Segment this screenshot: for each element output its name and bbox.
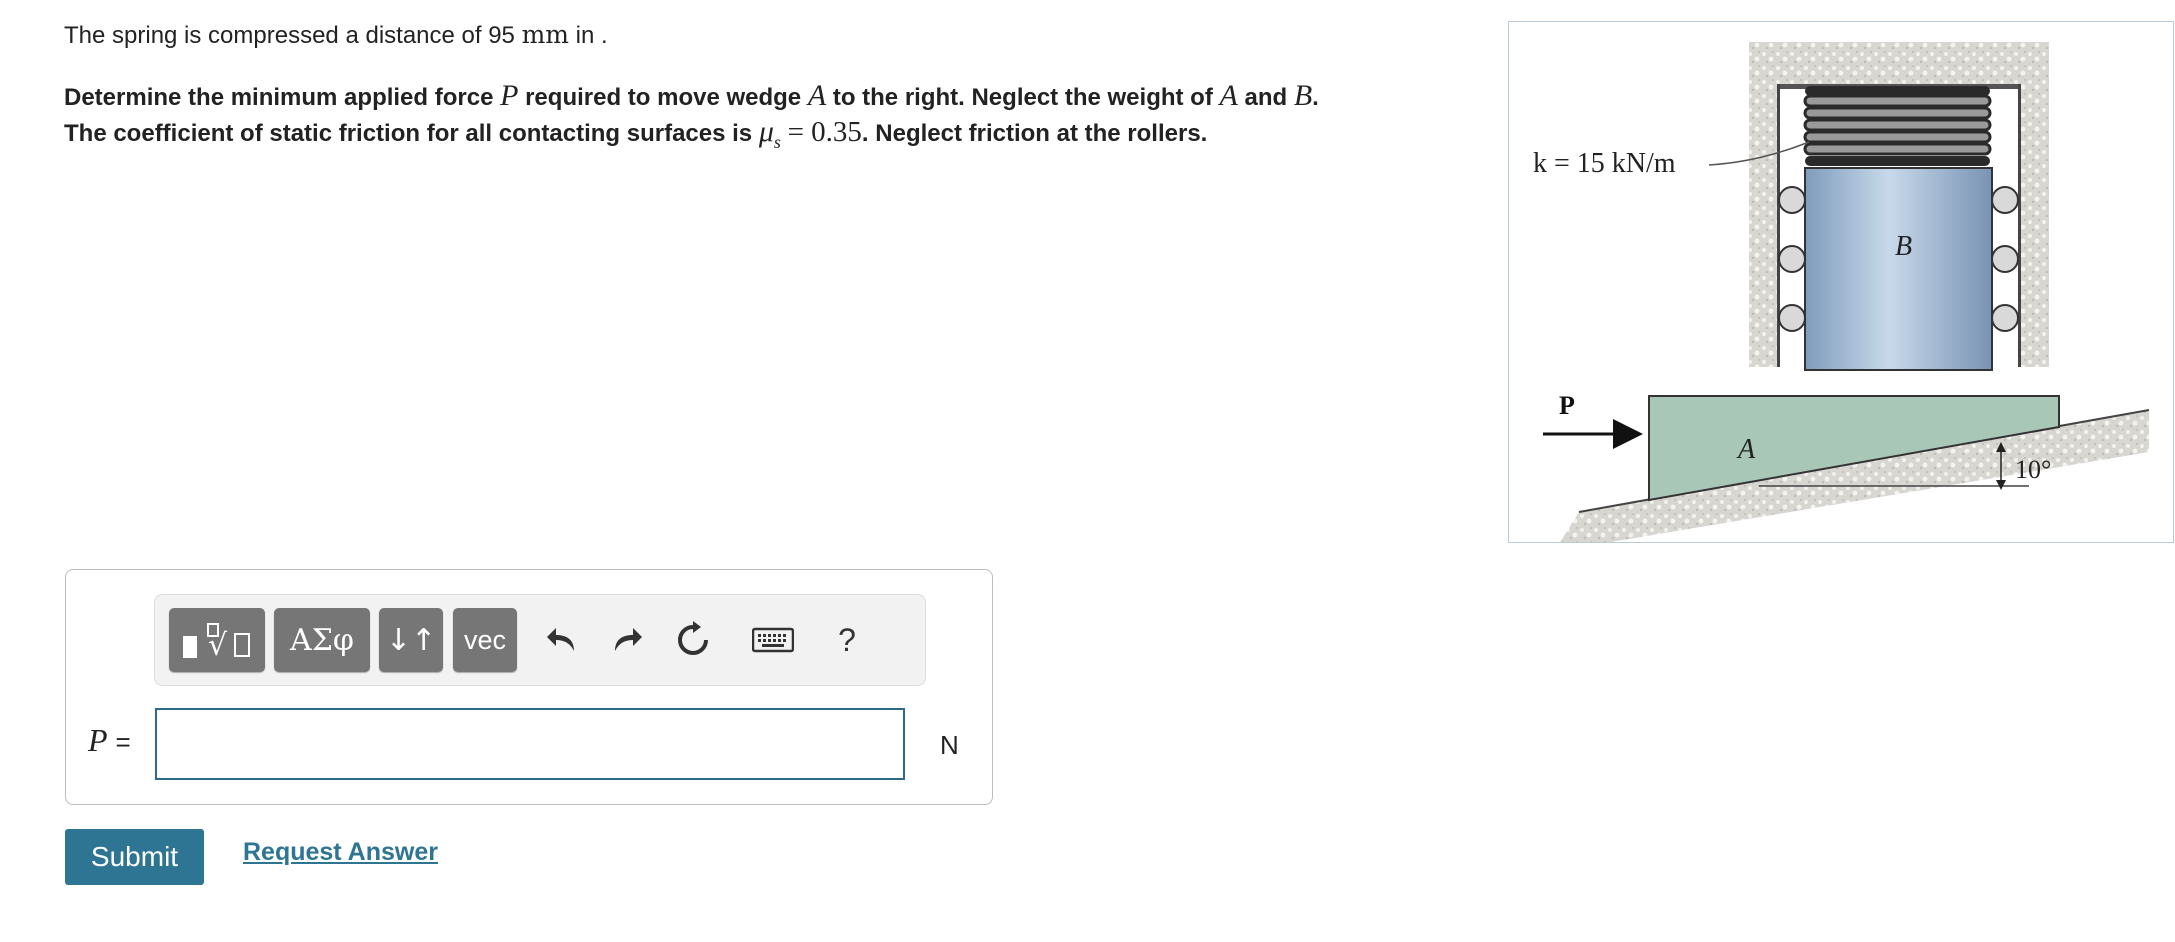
arrows-button[interactable]: ↓↑ [379, 608, 443, 672]
math-mu: μs [758, 115, 781, 152]
wedge-spring-diagram: B k = 15 kN/m A P 10° [1533, 42, 2150, 542]
help-label: ? [838, 621, 856, 658]
statement-part: to the right. Neglect the weight of [832, 84, 1213, 111]
answer-equals: = [115, 727, 131, 757]
answer-input[interactable] [155, 708, 905, 780]
math-var-b: B [1293, 79, 1313, 112]
math-var-a: A [807, 79, 827, 112]
help-button[interactable]: ? [821, 610, 873, 670]
keyboard-icon[interactable] [745, 610, 801, 670]
label-b: B [1895, 231, 1912, 262]
problem-figure: B k = 15 kN/m A P 10° [1508, 21, 2174, 543]
mu-symbol: μ [758, 115, 774, 148]
answer-variable-label: P = [88, 722, 131, 759]
statement-part: required to move wedge [525, 84, 802, 111]
request-answer-link[interactable]: Request Answer [243, 838, 438, 867]
math-var-p: P [500, 79, 519, 112]
housing-wall-right [2018, 84, 2021, 367]
statement-part: and [1244, 84, 1288, 111]
label-p: P [1559, 391, 1575, 420]
arrows-label: ↓↑ [385, 622, 437, 658]
angle-label: 10° [2015, 455, 2051, 484]
block-b [1804, 167, 1993, 371]
statement-part: Determine the minimum applied force [64, 84, 494, 111]
answer-unit: N [940, 730, 959, 760]
math-var-a: A [1219, 79, 1238, 112]
housing-wall-left [1777, 84, 1780, 367]
angle-arrow-down [1996, 480, 2006, 490]
statement-part: . [1312, 84, 1319, 111]
answer-panel: √ ΑΣφ ↓↑ vec ? P = N [65, 569, 993, 805]
mu-value: = 0.35 [787, 116, 862, 148]
intro-unit: mm [521, 20, 569, 49]
problem-statement: Determine the minimum applied force P re… [64, 79, 1484, 159]
reset-icon[interactable] [667, 610, 719, 670]
answer-variable: P [88, 722, 108, 758]
submit-button[interactable]: Submit [65, 829, 204, 885]
math-toolbar: √ ΑΣφ ↓↑ vec ? [154, 594, 926, 686]
vector-label: vec [463, 624, 507, 655]
undo-icon[interactable] [537, 610, 589, 670]
greek-symbols-button[interactable]: ΑΣφ [274, 608, 370, 672]
label-a: A [1736, 434, 1756, 465]
intro-prefix: The spring is compressed a distance of 9… [64, 22, 515, 49]
problem-text: The spring is compressed a distance of 9… [64, 18, 1484, 159]
redo-icon[interactable] [600, 610, 652, 670]
problem-intro: The spring is compressed a distance of 9… [64, 18, 1484, 53]
spring-constant-label: k = 15 kN/m [1533, 148, 1676, 179]
vector-button[interactable]: vec [453, 608, 517, 672]
statement-part: The coefficient of static friction for a… [64, 120, 753, 147]
mu-subscript: s [773, 132, 781, 152]
templates-icon: √ [183, 623, 250, 662]
statement-part: . Neglect friction at the rollers. [861, 120, 1208, 147]
spring-coils [1803, 86, 1992, 166]
intro-suffix: in . [575, 22, 608, 49]
greek-symbols-label: ΑΣφ [290, 622, 354, 658]
templates-button[interactable]: √ [169, 608, 265, 672]
